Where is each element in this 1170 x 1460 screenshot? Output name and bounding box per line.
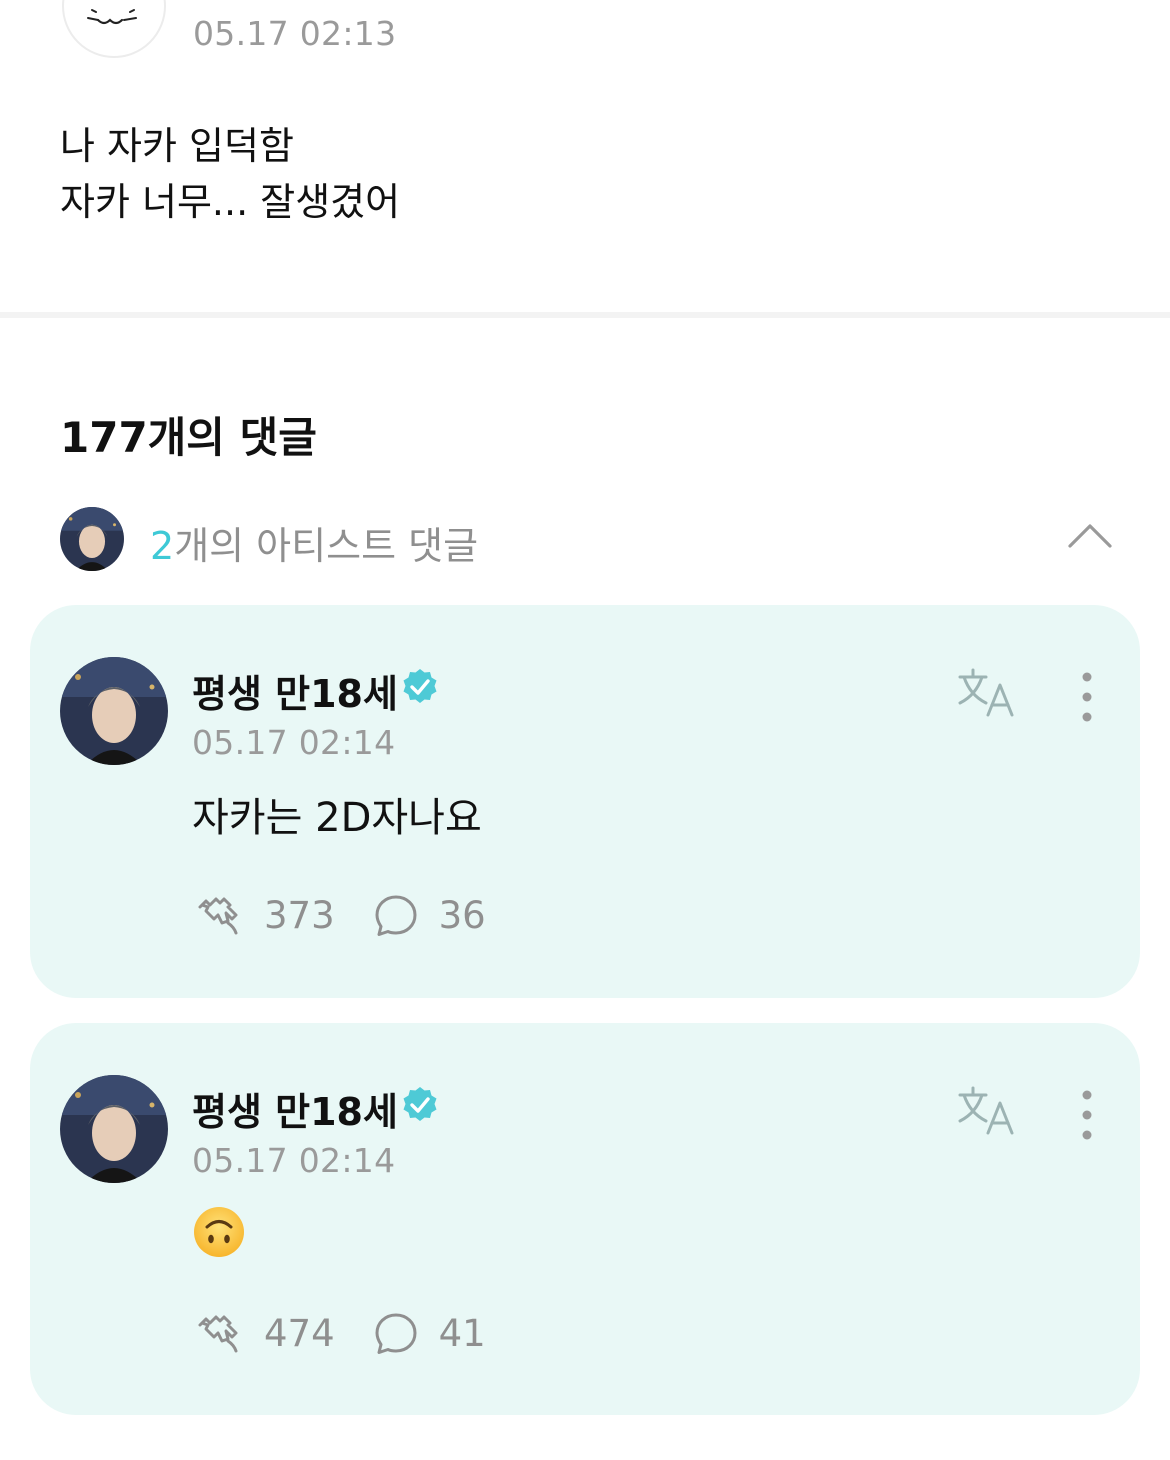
- post-author-avatar[interactable]: [62, 0, 166, 58]
- commenter-name[interactable]: 평생 만18세: [192, 1081, 398, 1136]
- chevron-up-icon[interactable]: [1070, 0, 1110, 12]
- translate-icon[interactable]: [956, 667, 1018, 719]
- upside-down-face-emoji-icon: [194, 1207, 244, 1257]
- cat-face-icon: [87, 9, 137, 25]
- artist-comment-card: 평생 만18세 05.17 02:14 자카는 2D자나요 373 36: [30, 605, 1140, 998]
- like-button[interactable]: 474: [192, 1311, 335, 1355]
- artist-comment-count: 2: [150, 524, 175, 568]
- more-options-icon[interactable]: [1070, 1089, 1104, 1141]
- verified-badge-icon: [403, 1087, 437, 1121]
- artist-portrait-image: [60, 507, 124, 571]
- commenter-avatar[interactable]: [60, 657, 168, 765]
- comment-text: [192, 1205, 246, 1269]
- comment-date: 05.17 02:14: [192, 1141, 396, 1180]
- comment-actions: 373 36: [192, 893, 486, 937]
- reply-button[interactable]: 36: [373, 893, 486, 937]
- like-button[interactable]: 373: [192, 893, 335, 937]
- translate-icon[interactable]: [956, 1085, 1018, 1137]
- artist-avatar[interactable]: [60, 507, 124, 571]
- chevron-up-icon[interactable]: [1066, 522, 1114, 550]
- section-divider: [0, 312, 1170, 318]
- artist-portrait-image: [60, 657, 168, 765]
- artist-portrait-image: [60, 1075, 168, 1183]
- comment-actions: 474 41: [192, 1311, 486, 1355]
- commenter-avatar[interactable]: [60, 1075, 168, 1183]
- speech-bubble-icon: [375, 1313, 417, 1354]
- commenter-name[interactable]: 평생 만18세: [192, 663, 398, 718]
- comment-date: 05.17 02:14: [192, 723, 396, 762]
- cheer-hand-icon: [198, 1315, 238, 1353]
- artist-comments-toggle-label[interactable]: 2개의 아티스트 댓글: [150, 515, 478, 570]
- comment-count-heading: 177개의 댓글: [60, 413, 317, 462]
- speech-bubble-icon: [375, 895, 417, 936]
- reply-button[interactable]: 41: [373, 1311, 486, 1355]
- artist-comment-card: 평생 만18세 05.17 02:14 474 41: [30, 1023, 1140, 1415]
- reply-count: 41: [438, 1311, 486, 1355]
- comment-text: 자카는 2D자나요: [192, 795, 482, 841]
- artist-comment-label: 개의 아티스트 댓글: [174, 524, 479, 568]
- post-body: 나 자카 입덕함 자카 너무... 잘생겼어: [60, 118, 400, 230]
- like-count: 474: [264, 1311, 335, 1355]
- more-options-icon[interactable]: [1070, 671, 1104, 723]
- verified-badge-icon: [403, 669, 437, 703]
- post-body-line: 나 자카 입덕함: [60, 124, 294, 168]
- post-date: 05.17 02:13: [193, 14, 397, 53]
- post-body-line: 자카 너무... 잘생겼어: [60, 180, 401, 224]
- reply-count: 36: [438, 893, 486, 937]
- cheer-hand-icon: [198, 897, 238, 935]
- like-count: 373: [264, 893, 335, 937]
